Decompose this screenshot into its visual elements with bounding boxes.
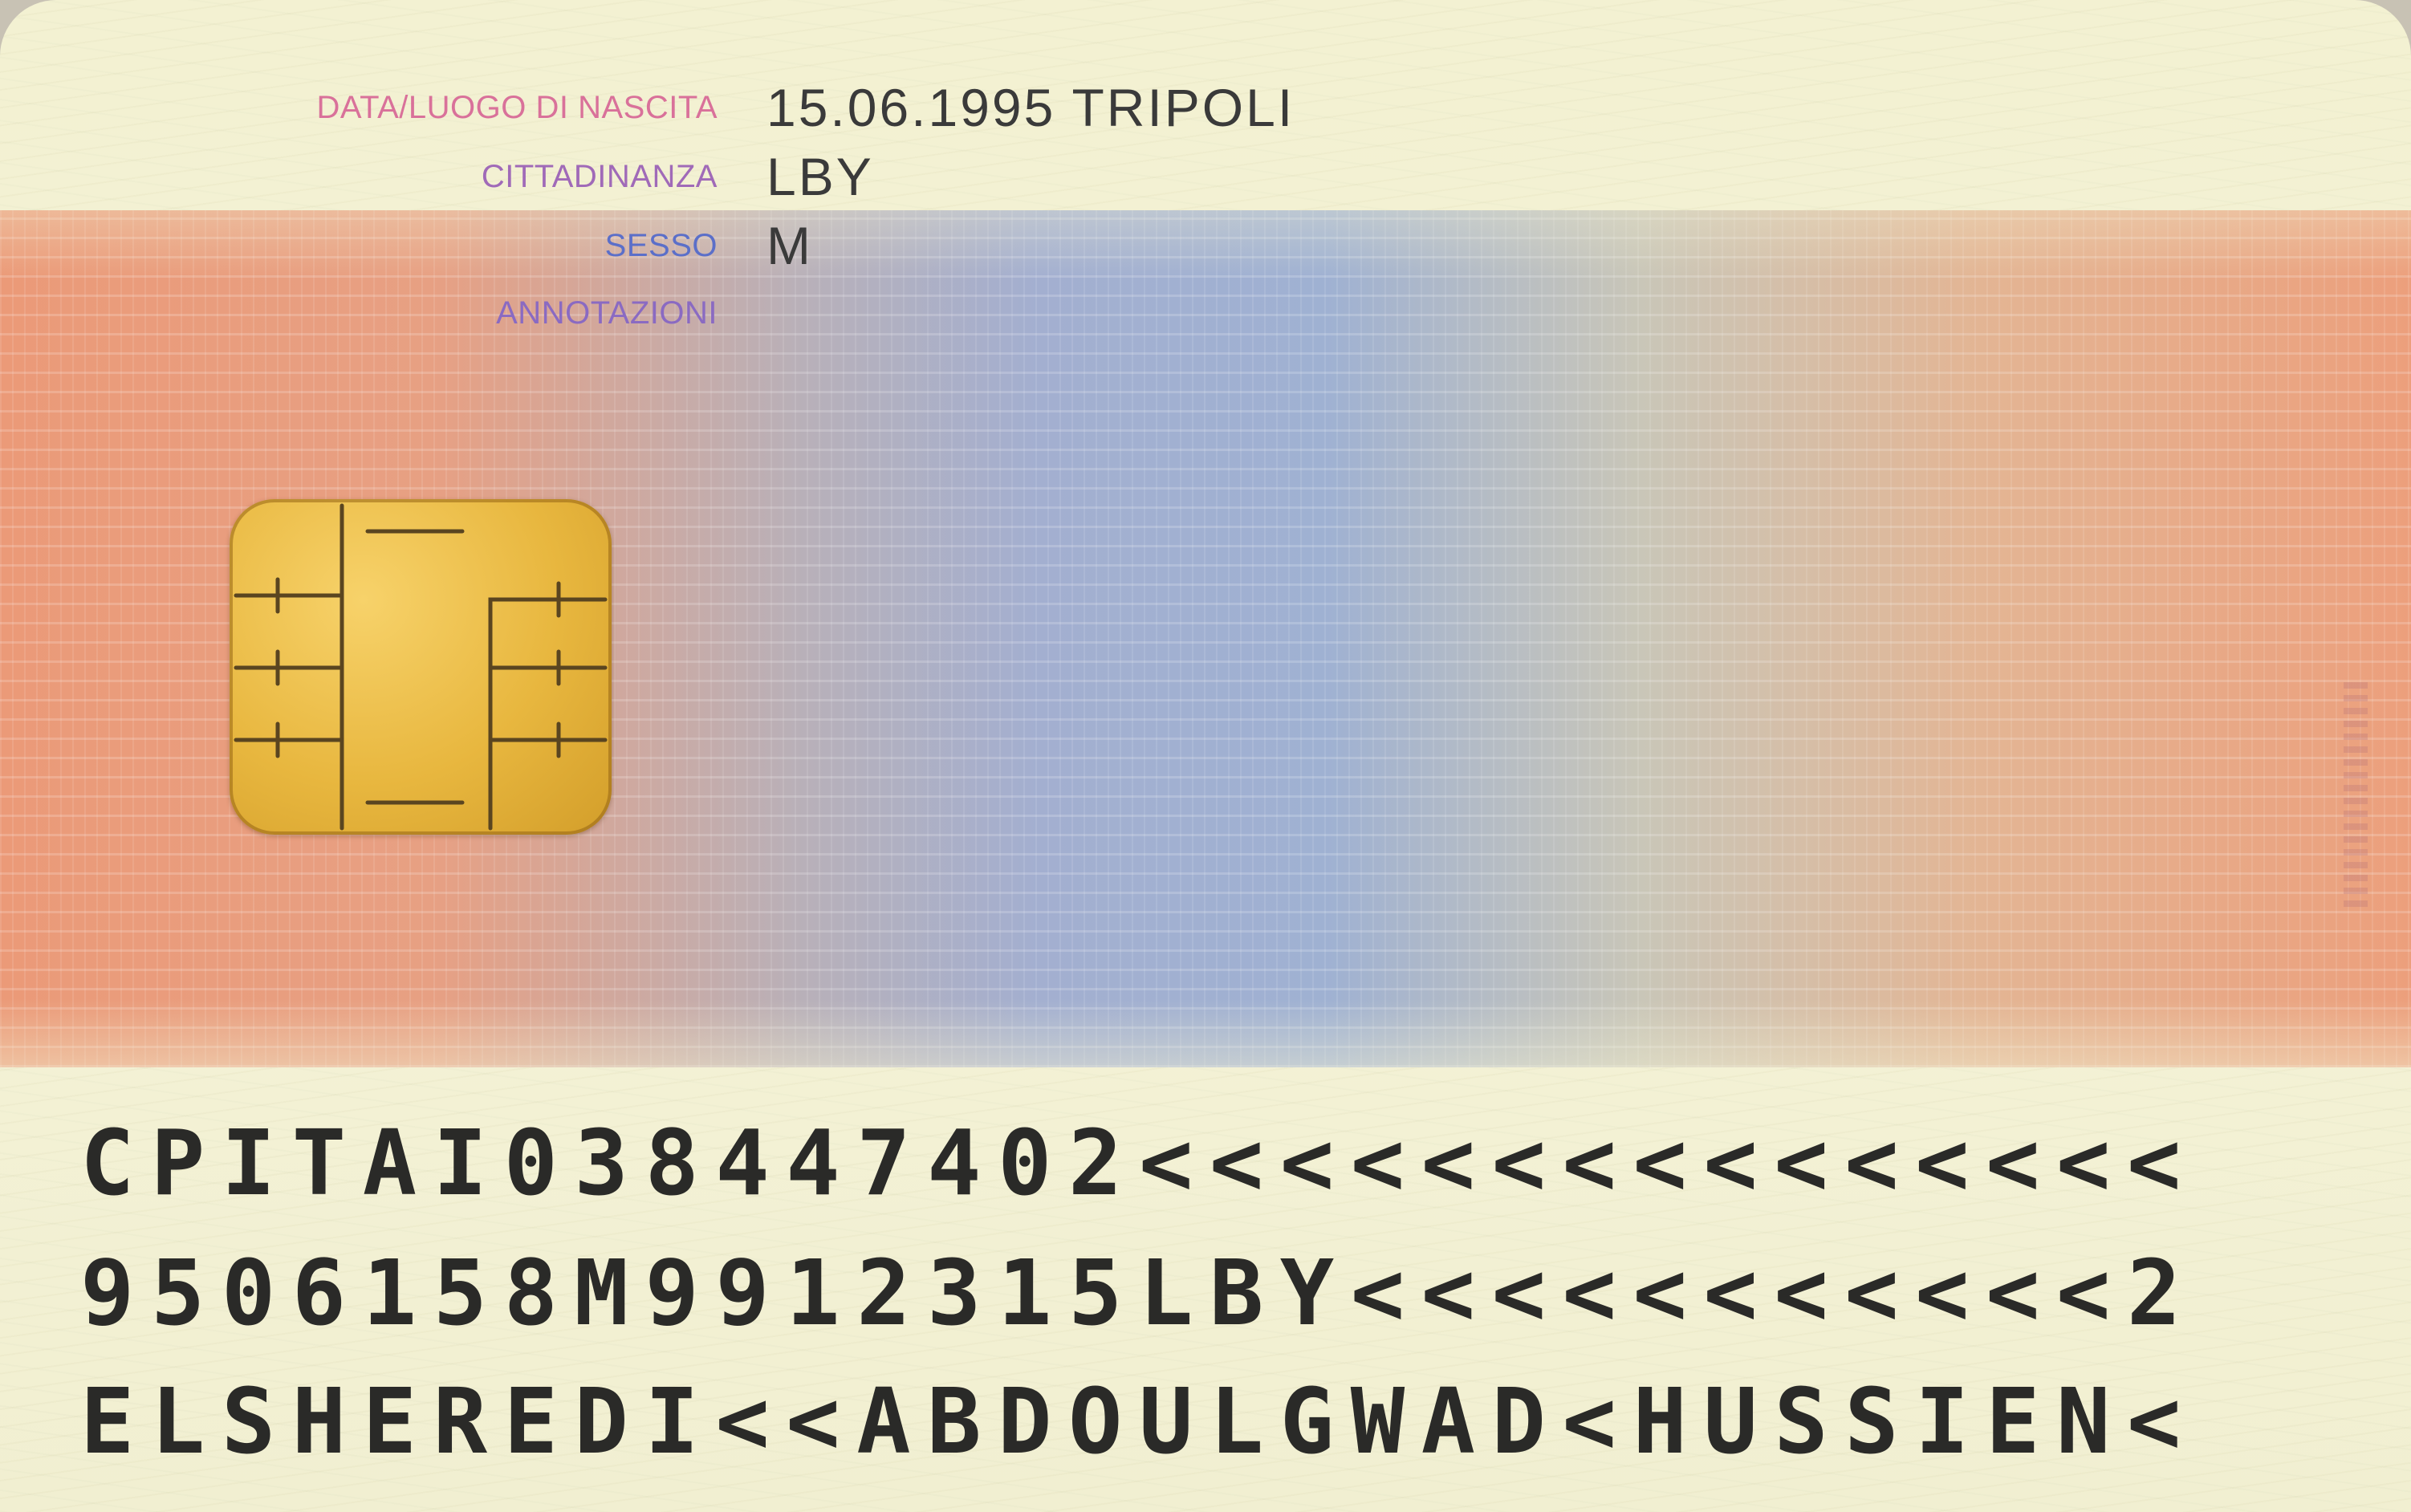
birth-date-place-value: 15.06.1995 TRIPOLI [766, 78, 1295, 137]
annotations-label: ANNOTAZIONI [496, 295, 718, 331]
citizenship-label: CITTADINANZA [481, 159, 718, 194]
id-card-back: DATA/LUOGO DI NASCITA 15.06.1995 TRIPOLI… [0, 0, 2411, 1512]
mrz-line-2: 9506158M9912315LBY<<<<<<<<<<<2 [80, 1242, 2198, 1346]
vertical-microtext [2344, 682, 2368, 907]
mrz-line-1: CPITAI038447402<<<<<<<<<<<<<<< [80, 1112, 2198, 1216]
birth-date-place-label: DATA/LUOGO DI NASCITA [316, 90, 718, 125]
smartcard-chip-icon [230, 499, 612, 835]
citizenship-value: LBY [766, 147, 874, 206]
chip-contacts-graphic [234, 503, 608, 831]
sex-label: SESSO [604, 228, 718, 263]
mrz-line-3: ELSHEREDI<<ABDOULGWAD<HUSSIEN< [80, 1370, 2198, 1474]
sex-value: M [766, 216, 813, 275]
